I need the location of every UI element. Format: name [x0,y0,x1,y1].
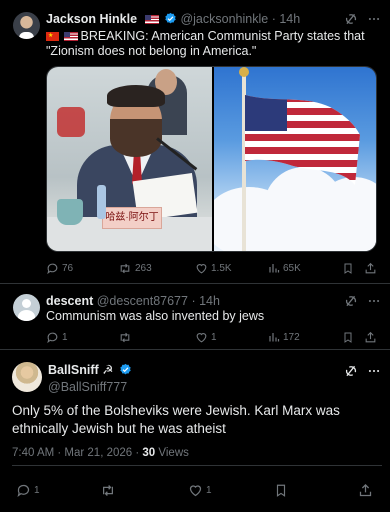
author-handle[interactable]: @jacksonhinkle [180,12,268,26]
tweet-text: Communism was also invented by jews [46,309,265,323]
repost-icon [120,332,130,343]
heart-icon [196,264,207,274]
reply-button[interactable]: 1 [16,483,40,498]
tweet-time[interactable]: 14h [279,12,300,26]
photo-speaker[interactable]: 哈兹·阿尔丁 [47,67,212,251]
share-icon[interactable] [364,262,377,275]
action-bar: 1 1 [0,483,390,499]
bookmark-icon[interactable] [342,331,354,344]
american-flag [245,95,360,185]
repost-icon [103,485,113,496]
like-button[interactable]: 1 [188,483,212,498]
repost-icon [120,263,130,274]
heart-icon [189,485,202,497]
repost-button[interactable] [118,331,132,344]
avatar[interactable] [12,362,42,392]
more-icon[interactable] [367,364,381,378]
grok-icon[interactable] [344,12,358,26]
bookmark-icon[interactable] [342,262,354,275]
verified-badge-icon [120,363,131,375]
tweet-header: descent @descent87677 · 14h [46,294,220,308]
views-button[interactable]: 172 [268,331,300,343]
more-icon[interactable] [367,12,381,26]
tweet-header: Jackson Hinkle @jacksonhinkle · 14h [46,12,301,26]
tweet-text: BREAKING: American Communist Party state… [46,29,382,59]
tweet-3-focused[interactable]: BallSniff ☭ @BallSniff777 Only 5% of the… [0,350,390,512]
reply-icon [47,263,58,275]
tweet-2[interactable]: descent @descent87677 · 14h Communism wa… [0,284,390,350]
author-name[interactable]: BallSniff [48,363,99,377]
views-chart-icon [269,333,280,342]
us-flag-icon [144,15,159,24]
views-button[interactable]: 65K [268,262,301,274]
grok-icon[interactable] [344,294,358,308]
reply-icon [47,332,58,344]
tweet-media[interactable]: 哈兹·阿尔丁 [46,66,377,252]
author-block: BallSniff ☭ @BallSniff777 [48,362,132,394]
like-button[interactable]: 1.5K [195,262,232,275]
repost-button[interactable]: 263 [118,262,152,275]
reply-button[interactable]: 76 [46,262,73,275]
views-count: 30 [142,447,156,459]
heart-icon [196,333,207,343]
views-chart-icon [269,264,280,273]
default-avatar[interactable] [13,294,40,321]
author-emoji: ☭ [102,363,114,377]
repost-button[interactable] [100,483,116,498]
grok-icon[interactable] [344,364,358,378]
tweet-text: Only 5% of the Bolsheviks were Jewish. K… [12,403,340,436]
action-bar: 1 1 172 [0,331,390,345]
like-button[interactable]: 1 [195,331,217,344]
views-label: Views [158,447,189,459]
name-placard: 哈兹·阿尔丁 [102,207,162,229]
author-name[interactable]: Jackson Hinkle [46,12,137,26]
photo-american-flag[interactable] [214,67,376,251]
share-icon[interactable] [364,331,377,344]
share-icon[interactable] [358,483,373,498]
action-bar: 76 263 1.5K 65K [0,262,390,276]
author-handle[interactable]: @BallSniff777 [48,380,132,394]
bookmark-icon[interactable] [274,483,288,498]
divider [12,465,382,466]
tweet-meta: 7:40 AM · Mar 21, 2026 · 30 Views [12,447,189,459]
author-name[interactable]: descent [46,294,93,308]
tweet-time[interactable]: 14h [199,294,220,308]
us-flag-icon [64,32,79,41]
verified-badge-icon [165,12,176,24]
timestamp[interactable]: 7:40 AM · Mar 21, 2026 · [12,447,142,459]
china-flag-icon [46,29,59,44]
reply-icon [17,484,30,498]
reply-button[interactable]: 1 [46,331,68,344]
avatar[interactable] [13,12,40,39]
author-handle[interactable]: @descent87677 [97,294,188,308]
more-icon[interactable] [367,294,381,308]
tweet-1[interactable]: Jackson Hinkle @jacksonhinkle · 14h BREA… [0,0,390,284]
